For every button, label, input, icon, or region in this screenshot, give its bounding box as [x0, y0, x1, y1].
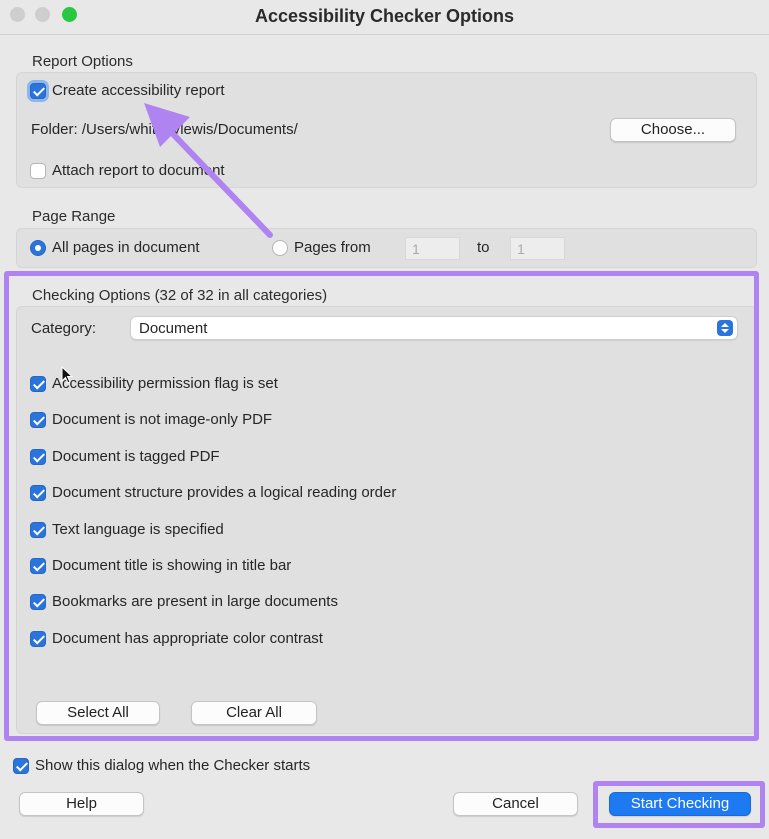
- annotation-arrow-icon: [144, 103, 273, 238]
